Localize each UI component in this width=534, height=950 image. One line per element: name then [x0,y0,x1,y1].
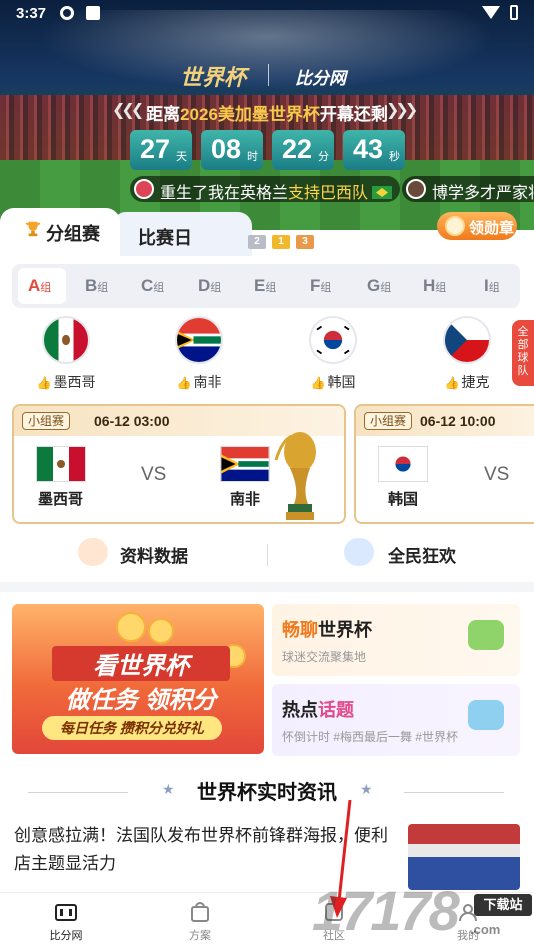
quick-links: 资料数据 全民狂欢 [0,538,534,574]
south-africa-flag-icon [220,446,270,482]
chat-bubble-icon [468,620,504,650]
tab-match-day[interactable]: 比赛日 [112,212,252,256]
team-item-mexico[interactable]: 👍 墨西哥 [21,316,111,392]
vs-label: VS [484,464,510,485]
medal-icon [445,216,465,236]
team-item-south-africa[interactable]: 👍 南非 [154,316,244,392]
watermark: 17178 [312,879,460,942]
match-datetime: 06-12 03:00 [94,413,170,429]
korea-flag-icon [378,446,428,482]
like-icon[interactable]: 👍 [37,376,52,390]
mexico-flag-icon [42,316,90,364]
stage-tag: 小组赛 [22,412,71,430]
star-icon: ★ [360,781,373,797]
home-team-name: 韩国 [388,491,419,508]
match-card[interactable]: 小组赛 06-12 10:00 VS 韩国 [354,404,534,524]
news-section-title: 世界杯实时资讯 [197,782,337,804]
ticker-item[interactable]: 重生了我在英格兰支持巴西队 [130,176,401,202]
team-list: 👍 墨西哥 👍 南非 👍 韩国 👍 捷克 [0,314,534,394]
rank-chip: 3 [296,235,314,249]
all-teams-tab[interactable]: 全部球队 [512,320,534,386]
mexico-flag-icon [36,446,86,482]
home-team-name: 墨西哥 [38,491,84,508]
like-icon[interactable]: 👍 [445,376,460,390]
avatar [406,179,426,199]
group-tab-e[interactable]: E组 [254,276,276,296]
tab-group-stage[interactable]: 分组赛 [0,208,120,256]
group-tab-a[interactable]: A组 [28,276,51,296]
title-line-right [404,792,504,793]
group-tab-d[interactable]: D组 [198,276,221,296]
group-tab-f[interactable]: F组 [310,276,331,296]
countdown-hours: 08 时 [201,130,263,170]
cup-icon [344,538,374,566]
hashtag-icon [468,700,504,730]
avatar [134,179,154,199]
hot-topic-card[interactable]: 热点话题 怀倒计时 #梅西最后一舞 #世界杯 [272,684,520,756]
chat-card[interactable]: 畅聊世界杯 球迷交流聚集地 [272,604,520,676]
match-card-header: 小组赛 06-12 10:00 [356,406,534,436]
app-logo: 比分网 [295,69,346,88]
nav-plans[interactable]: 方案 [160,901,240,943]
rank-chip: 1 [272,235,290,249]
main-panel: A组 B组 C组 D组 E组 F组 G组 H组 I组 👍 墨西哥 👍 南非 👍 … [0,256,534,896]
brazil-flag-icon [372,186,393,199]
away-team-name: 南非 [230,491,261,508]
world-cup-logo: 世界杯 [180,65,247,91]
status-time: 3:37 [16,5,47,22]
notification-icon [86,6,100,20]
watermark-site: .com [470,922,501,937]
section-divider [0,582,534,592]
coin-icon [116,612,146,642]
countdown-days: 27 天 [130,130,192,170]
trophy-icon [274,432,316,520]
like-icon[interactable]: 👍 [311,376,326,390]
wifi-icon [482,6,500,19]
group-tab-b[interactable]: B组 [85,276,108,296]
countdown-seconds: 43 秒 [343,130,405,170]
sync-icon [60,6,74,20]
logo-divider [268,64,269,86]
chevrons-right-icon: ❯❯❯ [386,102,418,119]
watermark-badge: 下载站 [474,894,532,916]
coin-icon [148,618,174,644]
promo-pill: 每日任务 攒积分兑好礼 [42,716,222,740]
scoreboard-icon [55,904,77,921]
czech-flag-icon [443,316,491,364]
promo-subtitle: 做任务 领积分 [65,687,217,714]
team-item-korea[interactable]: 👍 韩国 [288,316,378,392]
promo-title: 看世界杯 [52,646,230,681]
like-icon[interactable]: 👍 [177,376,192,390]
group-selector: A组 B组 C组 D组 E组 F组 G组 H组 I组 [12,264,520,308]
team-item-czech[interactable]: 👍 捷克 [422,316,512,392]
south-africa-flag-icon [175,316,223,364]
countdown-title: 距离2026美加墨世界杯开幕还剩 [146,105,388,124]
group-tab-g[interactable]: G组 [367,276,391,296]
chat-subtitle: 球迷交流聚集地 [282,650,367,664]
data-icon [78,538,108,566]
group-tab-i[interactable]: I组 [484,276,500,296]
trophy-icon [25,221,41,237]
battery-icon [510,5,518,20]
match-datetime: 06-12 10:00 [420,413,496,429]
hero-banner: 3:37 世界杯 比分网 ❮❮❮ 距离2026美加墨世界杯开幕还剩 ❯❯❯ 27… [0,0,534,230]
korea-flag-icon [309,316,357,364]
bag-icon [191,902,209,922]
task-promo-banner[interactable]: 看世界杯 做任务 领积分 每日任务 攒积分兑好礼 [12,604,264,754]
countdown-minutes: 22 分 [272,130,334,170]
status-bar: 3:37 [0,0,534,28]
group-tab-h[interactable]: H组 [423,276,446,296]
group-tab-c[interactable]: C组 [141,276,164,296]
claim-medal-button[interactable]: 领勋章 [437,212,517,240]
rank-chip: 2 [248,235,266,249]
hot-topic-subtitle: 怀倒计时 #梅西最后一舞 #世界杯 [282,730,459,744]
data-link[interactable]: 资料数据 [120,542,188,567]
vs-label: VS [141,464,167,485]
ticker-item[interactable]: 博学多才严家将 [402,176,534,202]
nav-home[interactable]: 比分网 [26,901,106,943]
carnival-link[interactable]: 全民狂欢 [388,542,456,567]
divider [267,544,268,566]
stage-tag: 小组赛 [364,412,413,430]
